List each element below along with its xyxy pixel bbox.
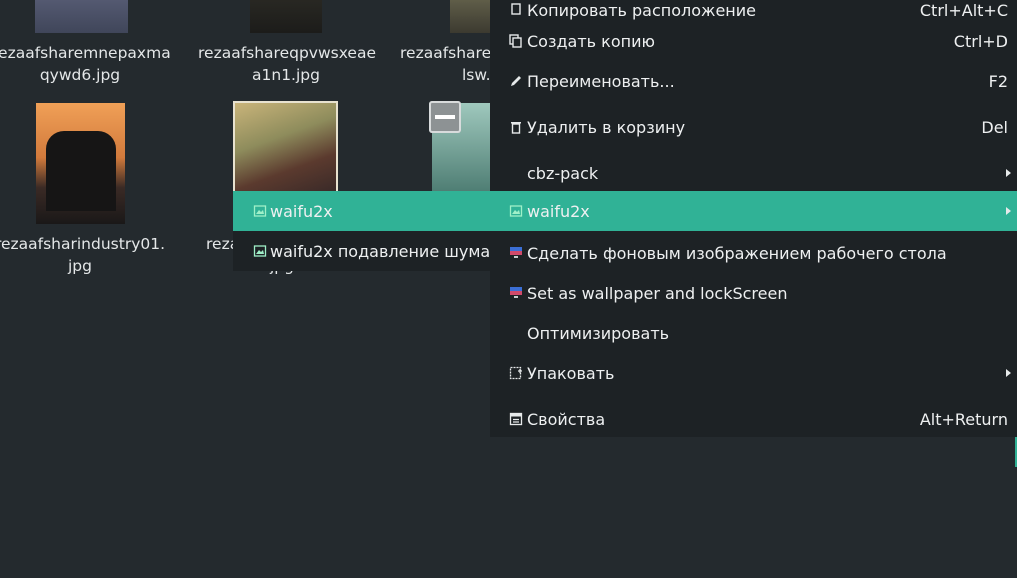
file-name: rezaafsharindustry01. jpg (0, 235, 166, 275)
menu-item-label: Копировать расположение (527, 0, 757, 20)
deselect-toggle-icon[interactable] (429, 101, 461, 133)
menu-item-rename[interactable]: Переименовать... F2 (490, 61, 1017, 101)
file-name: rezaafsharemnepaxma qywd6.jpg (0, 44, 171, 84)
menu-item-duplicate[interactable]: Создать копию Ctrl+D (490, 21, 1017, 61)
menu-item-label: Переименовать... (527, 71, 675, 91)
thumbnail-partial-1[interactable] (35, 0, 128, 33)
menu-item-label: waifu2x подавление шума (270, 241, 491, 261)
menu-item-shortcut: Ctrl+D (953, 31, 1008, 51)
monitor-icon (510, 287, 522, 298)
menu-item-delete[interactable]: Удалить в корзину Del (490, 107, 1017, 147)
archive-icon (509, 366, 522, 380)
submenu-arrow-icon (1006, 169, 1011, 177)
menu-item-wallpaper-lockscreen[interactable]: Set as wallpaper and lockScreen (490, 273, 1017, 313)
submenu-arrow-icon (1006, 207, 1011, 215)
file-name: rezaafsharej lsw. (400, 44, 490, 84)
thumbnail-painting[interactable] (235, 103, 336, 191)
submenu-item-waifu2x-denoise[interactable]: waifu2x подавление шума (233, 231, 490, 271)
menu-item-set-wallpaper[interactable]: Сделать фоновым изображением рабочего ст… (490, 233, 1017, 273)
image-icon (253, 205, 267, 217)
menu-item-shortcut: Alt+Return (919, 409, 1008, 429)
menu-item-label: Оптимизировать (527, 323, 670, 343)
pencil-icon (511, 76, 521, 86)
thumbnail-partial-3[interactable] (450, 0, 490, 33)
image-icon (509, 205, 523, 217)
thumbnail-silhouette (46, 131, 116, 211)
file-name: rezaafshareqpvwsxeae a1n1.jpg (198, 44, 376, 84)
thumbnail-partial-2[interactable] (250, 0, 322, 33)
submenu-arrow-icon (1006, 369, 1011, 377)
menu-item-label: waifu2x (527, 201, 590, 221)
duplicate-icon (509, 34, 522, 48)
menu-item-shortcut: F2 (988, 71, 1008, 91)
menu-item-waifu2x[interactable]: waifu2x (490, 191, 1017, 231)
menu-item-label: Сделать фоновым изображением рабочего ст… (527, 243, 947, 263)
menu-item-shortcut: Ctrl+Alt+C (919, 0, 1008, 20)
copy-path-icon (511, 3, 521, 15)
context-menu: Копировать расположение Ctrl+Alt+C Созда… (490, 0, 1017, 437)
menu-item-label: waifu2x (270, 201, 333, 221)
menu-item-pack[interactable]: Упаковать (490, 353, 1017, 393)
menu-item-label: Удалить в корзину (527, 117, 686, 137)
menu-item-label: Создать копию (527, 31, 655, 51)
menu-item-label: Упаковать (527, 363, 615, 383)
thumbnail-industry[interactable] (36, 103, 125, 224)
menu-item-cbz-pack[interactable]: cbz-pack (490, 153, 1017, 193)
menu-item-label: Set as wallpaper and lockScreen (527, 283, 788, 303)
submenu-item-waifu2x[interactable]: waifu2x (233, 191, 490, 231)
monitor-icon (510, 247, 522, 258)
menu-item-label: cbz-pack (527, 163, 599, 183)
trash-icon (511, 122, 521, 134)
menu-item-optimize[interactable]: Оптимизировать (490, 313, 1017, 353)
menu-item-shortcut: Del (981, 117, 1008, 137)
properties-icon (509, 412, 523, 426)
menu-item-properties[interactable]: Свойства Alt+Return (490, 399, 1017, 439)
waifu2x-submenu: waifu2x waifu2x подавление шума (233, 191, 490, 271)
menu-item-label: Свойства (527, 409, 606, 429)
image-icon (253, 245, 267, 257)
